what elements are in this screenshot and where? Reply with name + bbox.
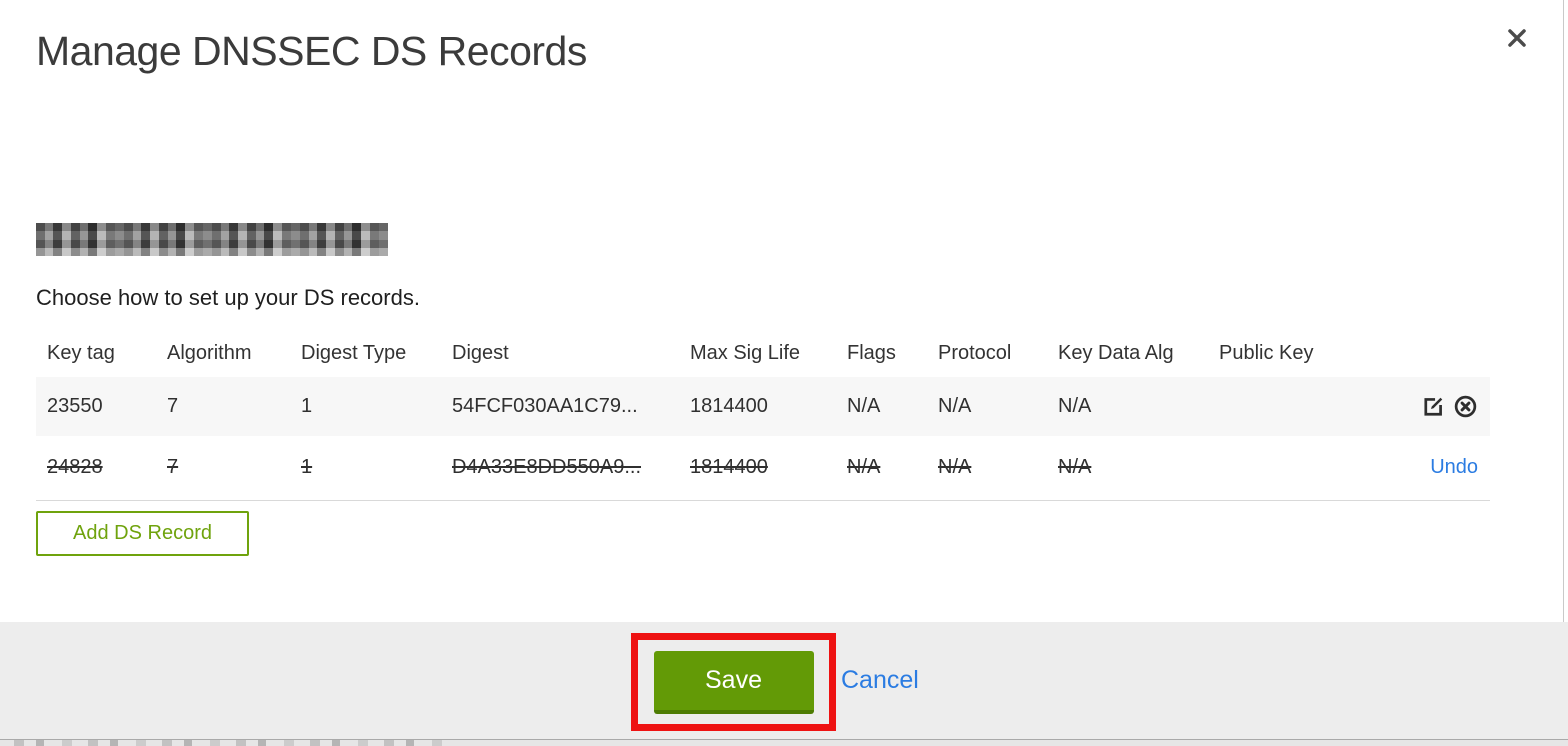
add-ds-record-button[interactable]: Add DS Record bbox=[36, 511, 249, 556]
edit-icon bbox=[1421, 397, 1446, 422]
save-button[interactable]: Save bbox=[653, 650, 814, 714]
cell-max-sig-life: 1814400 bbox=[690, 456, 768, 479]
column-header-digest-type: Digest Type bbox=[301, 342, 407, 364]
column-header-flags: Flags bbox=[847, 342, 896, 364]
annotation-red-box: Save bbox=[631, 633, 836, 731]
cell-digest: D4A33E8DD550A9... bbox=[452, 456, 642, 479]
cell-max-sig-life: 1814400 bbox=[690, 395, 768, 417]
undo-link[interactable]: Undo bbox=[1430, 456, 1478, 478]
close-icon bbox=[1504, 25, 1530, 54]
cell-algorithm: 7 bbox=[167, 456, 179, 479]
cell-protocol: N/A bbox=[938, 456, 972, 479]
cell-key-tag: 24828 bbox=[47, 456, 103, 479]
cell-digest: 54FCF030AA1C79... bbox=[452, 395, 638, 417]
cell-digest-type: 1 bbox=[301, 456, 313, 479]
cell-algorithm: 7 bbox=[167, 395, 179, 417]
instruction-text: Choose how to set up your DS records. bbox=[36, 285, 420, 310]
cell-digest-type: 1 bbox=[301, 395, 313, 417]
edit-record-button[interactable] bbox=[1421, 394, 1446, 419]
column-header-actions bbox=[1348, 330, 1490, 377]
table-row-marked-for-deletion: 24828 7 1 D4A33E8DD550A9... 1814400 N/A … bbox=[36, 436, 1490, 500]
column-header-algorithm: Algorithm bbox=[167, 342, 252, 364]
cell-flags: N/A bbox=[847, 456, 881, 479]
cell-row-actions bbox=[1348, 377, 1490, 436]
delete-circle-x-icon bbox=[1453, 395, 1478, 422]
cell-row-actions: Undo bbox=[1348, 436, 1490, 500]
column-header-key-data-alg: Key Data Alg bbox=[1058, 342, 1174, 364]
column-header-digest: Digest bbox=[452, 342, 509, 364]
cell-key-data-alg: N/A bbox=[1058, 456, 1092, 479]
cell-key-tag: 23550 bbox=[47, 395, 103, 417]
table-header-row: Key tag Algorithm Digest Type Digest Max… bbox=[36, 330, 1490, 377]
manage-dnssec-modal: Manage DNSSEC DS Records Choose how to s… bbox=[0, 0, 1568, 746]
close-button[interactable] bbox=[1502, 24, 1532, 54]
page-title: Manage DNSSEC DS Records bbox=[36, 28, 587, 74]
cancel-link[interactable]: Cancel bbox=[841, 622, 919, 739]
cell-protocol: N/A bbox=[938, 395, 972, 417]
delete-record-button[interactable] bbox=[1453, 394, 1478, 419]
cell-public-key bbox=[1208, 436, 1348, 500]
cell-flags: N/A bbox=[847, 395, 881, 417]
modal-footer: Save Cancel bbox=[0, 622, 1568, 740]
column-header-max-sig-life: Max Sig Life bbox=[690, 342, 801, 364]
column-header-key-tag: Key tag bbox=[47, 342, 115, 364]
page-behind-modal bbox=[0, 740, 1568, 746]
ds-records-table: Key tag Algorithm Digest Type Digest Max… bbox=[36, 330, 1490, 501]
domain-name-redacted bbox=[36, 223, 388, 256]
cell-public-key bbox=[1208, 377, 1348, 436]
cell-key-data-alg: N/A bbox=[1058, 395, 1092, 417]
table-row: 23550 7 1 54FCF030AA1C79... 1814400 N/A … bbox=[36, 377, 1490, 436]
column-header-public-key: Public Key bbox=[1219, 342, 1314, 364]
column-header-protocol: Protocol bbox=[938, 342, 1012, 364]
